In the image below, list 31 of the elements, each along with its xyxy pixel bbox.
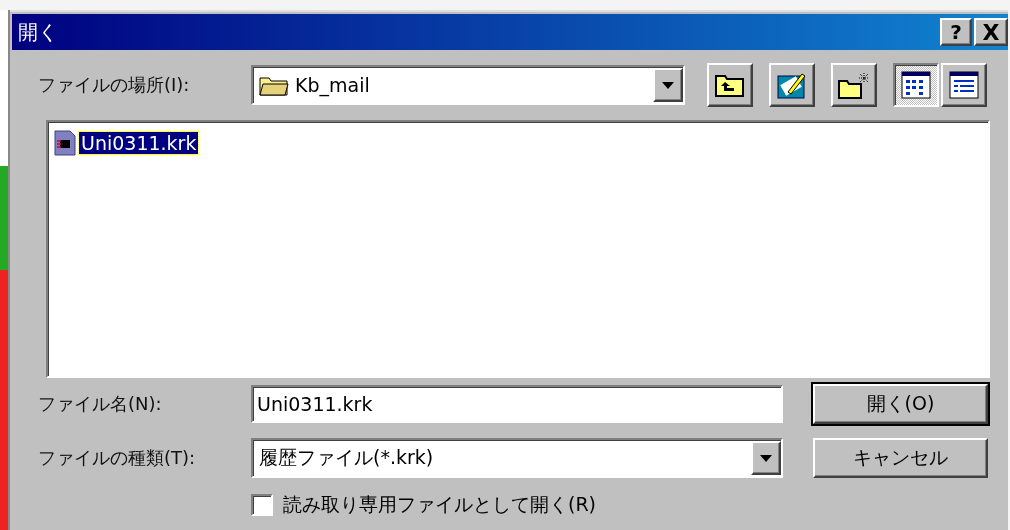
dropdown-button[interactable] — [751, 441, 781, 475]
file-type-label: ファイルの種類(T): — [38, 446, 197, 470]
dropdown-button[interactable] — [653, 68, 683, 102]
list-view-icon — [901, 71, 931, 99]
file-name-label: ファイル名(N): — [38, 392, 163, 416]
folder-icon — [259, 74, 289, 96]
window-title: 開く — [18, 18, 58, 46]
details-view-icon — [949, 71, 979, 99]
new-folder-icon — [838, 71, 870, 99]
dropdown-arrow-icon — [662, 81, 674, 89]
look-in-label: ファイルの場所(I): — [38, 73, 191, 97]
file-type-value: 履歴ファイル(*.krk) — [259, 445, 434, 470]
up-folder-button[interactable] — [707, 63, 753, 107]
details-view-button[interactable] — [941, 63, 987, 107]
look-in-dropdown[interactable]: Kb_mail — [251, 65, 685, 105]
read-only-checkbox[interactable] — [251, 494, 273, 516]
folder-up-icon — [715, 72, 745, 98]
edit-button[interactable] — [769, 63, 815, 107]
close-button[interactable]: X — [974, 18, 1008, 46]
file-type-dropdown[interactable]: 履歴ファイル(*.krk) — [251, 438, 783, 478]
list-view-button[interactable] — [893, 63, 939, 107]
look-in-value: Kb_mail — [295, 74, 370, 96]
read-only-label: 読み取り専用ファイルとして開く(R) — [283, 492, 597, 517]
dropdown-arrow-icon — [760, 454, 772, 462]
help-button[interactable]: ? — [940, 18, 972, 46]
file-name-field[interactable]: Uni0311.krk — [251, 385, 783, 423]
open-button[interactable]: 開く(O) — [813, 384, 988, 424]
file-icon — [54, 130, 76, 156]
cancel-button[interactable]: キャンセル — [813, 438, 988, 478]
new-folder-button[interactable] — [831, 63, 877, 107]
file-item[interactable]: Uni0311.krk — [79, 132, 199, 154]
